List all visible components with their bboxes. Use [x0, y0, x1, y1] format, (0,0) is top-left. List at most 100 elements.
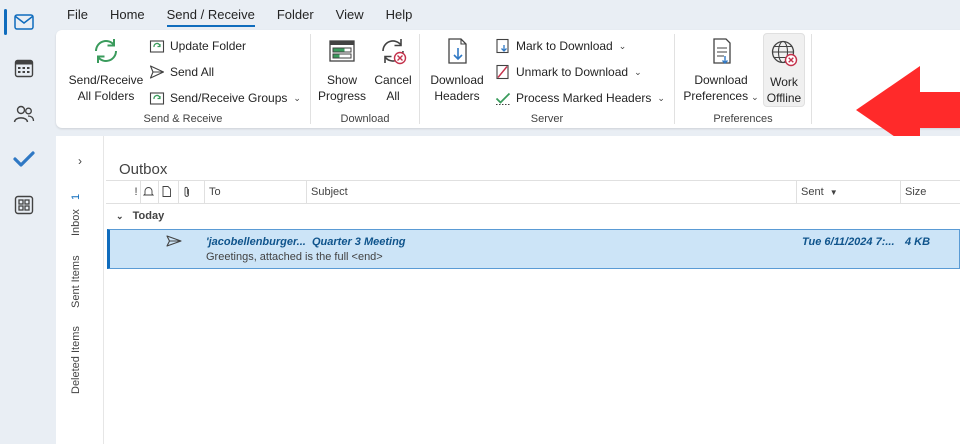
tab-folder[interactable]: Folder — [266, 0, 325, 30]
todo-icon[interactable] — [8, 143, 40, 175]
tab-send-receive[interactable]: Send / Receive — [156, 0, 266, 30]
calendar-icon[interactable] — [8, 52, 40, 84]
message-preview: Greetings, attached is the full <end> — [206, 251, 383, 263]
apps-icon[interactable] — [8, 189, 40, 221]
download-headers-label-2: Headers — [434, 89, 480, 103]
download-preferences-icon — [704, 34, 738, 68]
work-offline-label-2: Offline — [766, 91, 802, 105]
send-all-label: Send All — [170, 65, 215, 79]
chevron-down-icon: ⌄ — [116, 211, 124, 221]
server-group: Download Headers Mark to Download ⌄ Unma… — [420, 30, 674, 128]
download-headers-label-1: Download — [430, 73, 484, 87]
message-subject: Quarter 3 Meeting — [312, 236, 406, 248]
message-list-pane: Outbox ! To Subject Sent ▼ Size ⌄ Today … — [104, 136, 960, 444]
cancel-all-label-2: All — [386, 89, 400, 103]
table-row[interactable]: 'jacobellenburger... Quarter 3 Meeting T… — [107, 229, 960, 269]
size-column[interactable]: Size — [900, 181, 960, 203]
work-offline-button[interactable]: Work Offline — [763, 33, 805, 107]
send-icon — [148, 63, 166, 81]
group-today-label: Today — [132, 210, 165, 222]
show-progress-label-1: Show — [326, 73, 358, 87]
update-folder-icon — [148, 37, 166, 55]
send-receive-group-label: Send & Receive — [143, 113, 223, 125]
inbox-unread-count: 1 — [70, 193, 82, 201]
chevron-down-icon: ⌄ — [618, 40, 627, 51]
ribbon: Send/Receive All Folders Update Folder S… — [56, 30, 960, 154]
groups-icon — [148, 89, 166, 107]
server-group-label: Server — [530, 113, 564, 125]
download-group-label: Download — [340, 113, 390, 125]
attachment-column-icon[interactable] — [178, 181, 204, 203]
download-headers-button[interactable]: Download Headers — [426, 34, 488, 104]
column-header: ! To Subject Sent ▼ Size — [106, 180, 960, 204]
folder-deleted-items[interactable]: Deleted Items — [70, 326, 82, 394]
update-folder-label: Update Folder — [170, 39, 247, 53]
send-receive-all-label-1: Send/Receive — [68, 73, 144, 87]
download-group: Show Progress Cancel All Download — [311, 30, 419, 128]
show-progress-button[interactable]: Show Progress — [317, 34, 367, 104]
folder-inbox-label: Inbox — [70, 209, 82, 236]
globe-offline-icon — [767, 36, 801, 70]
unmark-to-download-button[interactable]: Unmark to Download ⌄ — [494, 61, 642, 83]
folder-pane-collapsed: › Inbox 1 Sent Items Deleted Items — [56, 136, 104, 444]
send-receive-groups-label: Send/Receive Groups — [170, 91, 288, 105]
subject-column[interactable]: Subject — [306, 181, 796, 203]
tab-file[interactable]: File — [56, 0, 99, 30]
send-receive-all-label-2: All Folders — [77, 89, 135, 103]
unmark-to-download-label: Unmark to Download — [516, 65, 629, 79]
cancel-sync-icon — [376, 34, 410, 68]
to-column[interactable]: To — [204, 181, 306, 203]
tab-home[interactable]: Home — [99, 0, 156, 30]
mark-download-icon — [494, 37, 512, 55]
cancel-all-button[interactable]: Cancel All — [371, 34, 415, 104]
sent-column-label: Sent — [801, 186, 824, 198]
folder-inbox[interactable]: Inbox 1 — [70, 194, 82, 236]
work-offline-label-1: Work — [770, 75, 798, 89]
mail-icon[interactable] — [8, 6, 40, 38]
group-header-today[interactable]: ⌄ Today — [106, 204, 960, 228]
active-indicator — [4, 9, 7, 35]
sync-icon — [89, 34, 123, 68]
send-receive-groups-button[interactable]: Send/Receive Groups ⌄ — [148, 87, 301, 109]
preferences-group: Download Preferences ⌄ Work Offline Prefe… — [675, 30, 811, 128]
chevron-down-icon: ⌄ — [634, 66, 642, 77]
message-recipient: 'jacobellenburger... — [206, 236, 306, 248]
cancel-all-label-1: Cancel — [374, 73, 412, 87]
menu-bar: File Home Send / Receive Folder View Hel… — [56, 0, 960, 30]
process-marked-headers-button[interactable]: Process Marked Headers ⌄ — [494, 87, 665, 109]
download-preferences-label-2: Preferences ⌄ — [683, 88, 758, 105]
preferences-group-label: Preferences — [713, 113, 773, 125]
process-marked-headers-label: Process Marked Headers — [516, 91, 652, 105]
send-receive-group: Send/Receive All Folders Update Folder S… — [56, 30, 310, 128]
mark-to-download-button[interactable]: Mark to Download ⌄ — [494, 35, 626, 57]
tab-help[interactable]: Help — [375, 0, 424, 30]
chevron-down-icon: ⌄ — [293, 92, 301, 103]
app-rail — [0, 0, 48, 444]
outgoing-mail-icon — [166, 235, 182, 247]
divider — [811, 34, 812, 124]
sort-descending-icon: ▼ — [829, 188, 838, 197]
chevron-down-icon: ⌄ — [751, 92, 759, 102]
folder-sent-items[interactable]: Sent Items — [70, 255, 82, 308]
item-type-column-icon[interactable] — [158, 181, 176, 203]
download-preferences-label-1: Download — [694, 73, 748, 87]
download-preferences-button[interactable]: Download Preferences ⌄ — [681, 34, 761, 105]
unmark-download-icon — [494, 63, 512, 81]
send-receive-all-button[interactable]: Send/Receive All Folders — [68, 34, 144, 104]
reminder-column-icon[interactable] — [140, 181, 156, 203]
mark-to-download-label: Mark to Download — [516, 39, 613, 53]
show-progress-label-2: Progress — [317, 89, 367, 103]
tab-view[interactable]: View — [325, 0, 375, 30]
sent-column[interactable]: Sent ▼ — [796, 181, 900, 203]
message-sent-date: Tue 6/11/2024 7:... — [802, 236, 895, 248]
process-headers-icon — [494, 89, 512, 107]
message-size: 4 KB — [905, 236, 931, 248]
download-preferences-label-2-text: Preferences — [683, 89, 749, 103]
chevron-right-icon[interactable]: › — [78, 154, 82, 168]
chevron-down-icon: ⌄ — [657, 92, 665, 103]
folder-title: Outbox — [119, 161, 168, 178]
people-icon[interactable] — [8, 98, 40, 130]
update-folder-button[interactable]: Update Folder — [148, 35, 246, 57]
download-headers-icon — [440, 34, 474, 68]
send-all-button[interactable]: Send All — [148, 61, 214, 83]
